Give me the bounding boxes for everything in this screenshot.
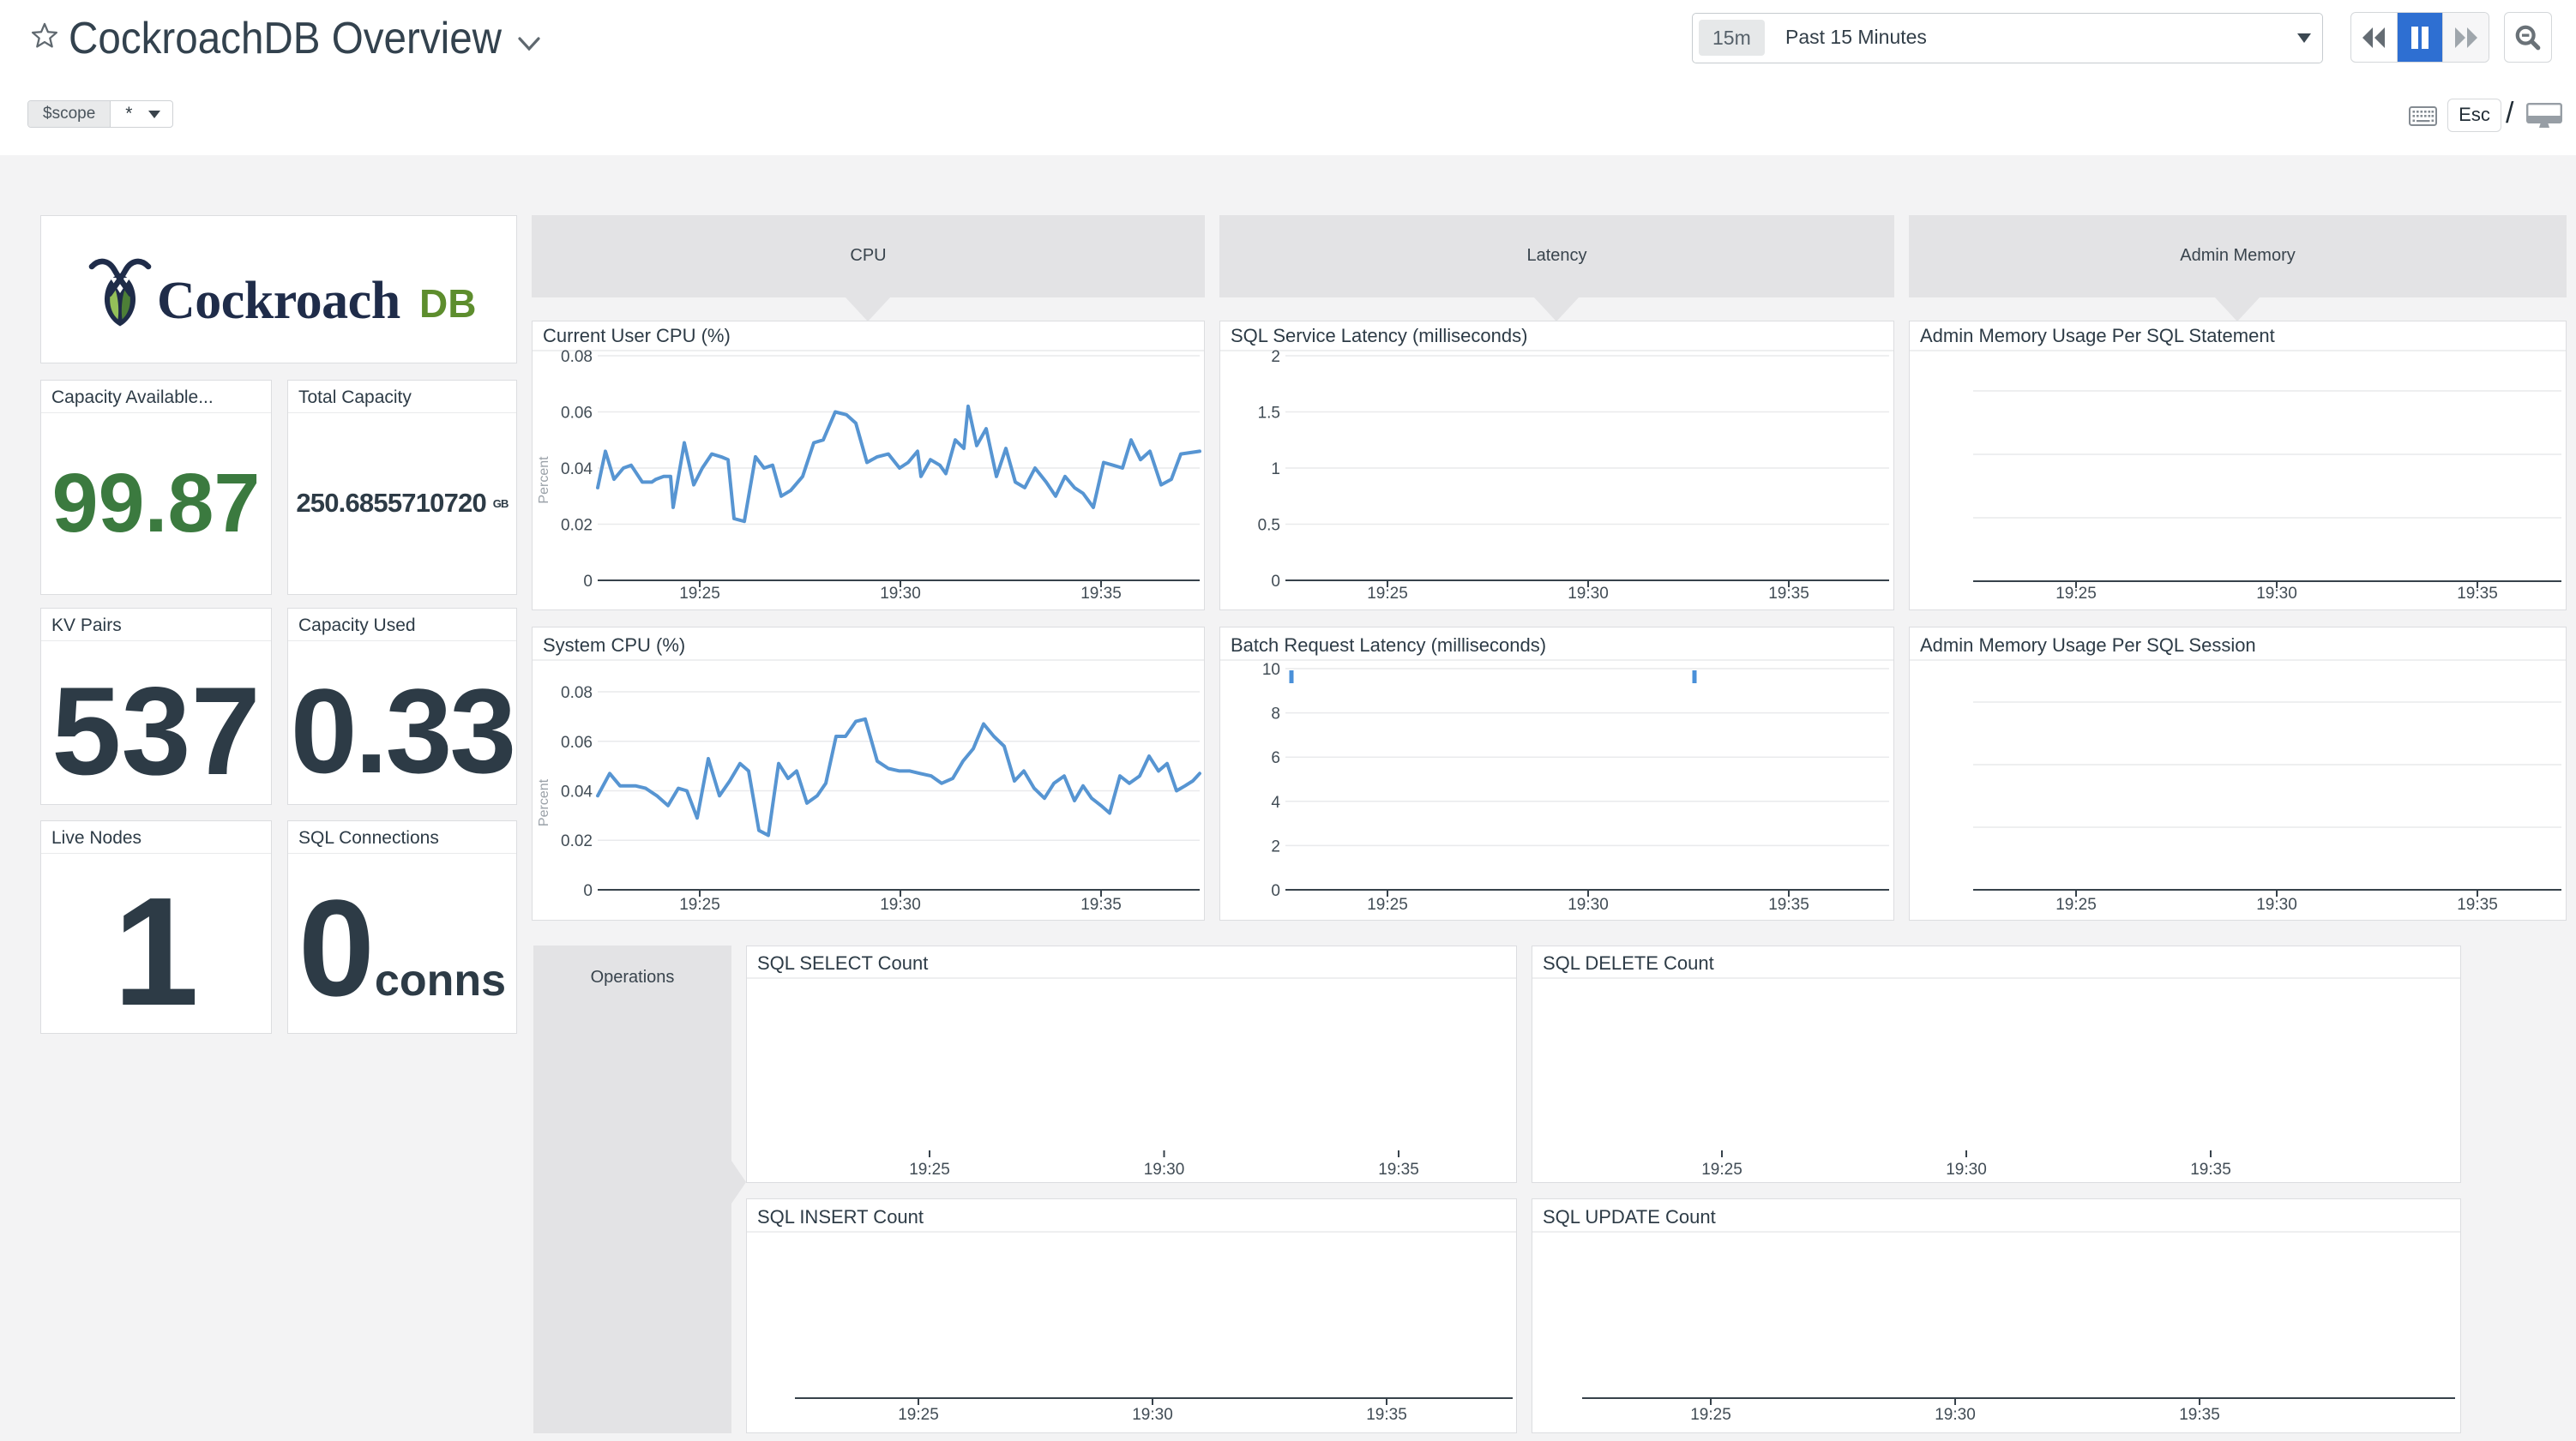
svg-text:19:30: 19:30 xyxy=(880,585,921,603)
svg-text:19:25: 19:25 xyxy=(1701,1161,1742,1179)
svg-text:19:30: 19:30 xyxy=(2256,896,2297,914)
svg-text:19:30: 19:30 xyxy=(1132,1406,1173,1424)
svg-text:19:35: 19:35 xyxy=(1768,585,1809,603)
svg-text:19:25: 19:25 xyxy=(1367,896,1408,914)
svg-text:1: 1 xyxy=(1271,460,1280,478)
svg-text:19:30: 19:30 xyxy=(1935,1406,1976,1424)
svg-text:19:30: 19:30 xyxy=(2256,585,2297,603)
svg-text:19:30: 19:30 xyxy=(1946,1161,1987,1179)
svg-text:19:35: 19:35 xyxy=(1366,1406,1407,1424)
svg-text:0.08: 0.08 xyxy=(561,684,593,702)
svg-text:19:25: 19:25 xyxy=(679,585,720,603)
svg-text:19:25: 19:25 xyxy=(909,1161,950,1179)
svg-text:0.02: 0.02 xyxy=(561,832,593,850)
svg-text:Admin Memory Usage Per SQL Sta: Admin Memory Usage Per SQL Statement xyxy=(1920,325,2275,346)
svg-text:0: 0 xyxy=(583,573,593,591)
svg-text:0.06: 0.06 xyxy=(561,734,593,752)
svg-text:10: 10 xyxy=(1262,661,1280,679)
svg-text:19:30: 19:30 xyxy=(1144,1161,1185,1179)
svg-text:19:30: 19:30 xyxy=(880,896,921,914)
svg-text:0.04: 0.04 xyxy=(561,460,593,478)
svg-text:0: 0 xyxy=(1271,573,1280,591)
svg-text:Percent: Percent xyxy=(537,778,551,826)
svg-text:System CPU (%): System CPU (%) xyxy=(543,634,685,656)
svg-text:2: 2 xyxy=(1271,348,1280,366)
svg-text:19:25: 19:25 xyxy=(1690,1406,1731,1424)
svg-text:19:35: 19:35 xyxy=(2457,896,2498,914)
svg-text:SQL Service Latency (milliseco: SQL Service Latency (milliseconds) xyxy=(1231,325,1527,346)
svg-text:Current User CPU (%): Current User CPU (%) xyxy=(543,325,731,346)
svg-text:19:25: 19:25 xyxy=(1367,585,1408,603)
svg-text:19:35: 19:35 xyxy=(1080,585,1122,603)
svg-text:19:35: 19:35 xyxy=(2179,1406,2220,1424)
svg-text:19:35: 19:35 xyxy=(2190,1161,2231,1179)
svg-text:8: 8 xyxy=(1271,705,1280,724)
svg-text:19:35: 19:35 xyxy=(1378,1161,1419,1179)
svg-text:19:30: 19:30 xyxy=(1568,585,1609,603)
svg-text:1.5: 1.5 xyxy=(1258,405,1280,423)
svg-text:SQL INSERT Count: SQL INSERT Count xyxy=(757,1206,924,1228)
svg-text:19:35: 19:35 xyxy=(2457,585,2498,603)
svg-text:0: 0 xyxy=(1271,882,1280,900)
svg-text:Batch Request Latency (millise: Batch Request Latency (milliseconds) xyxy=(1231,634,1546,656)
svg-text:0.02: 0.02 xyxy=(561,517,593,535)
svg-text:19:25: 19:25 xyxy=(2055,896,2097,914)
svg-text:SQL UPDATE Count: SQL UPDATE Count xyxy=(1543,1206,1716,1228)
svg-text:19:25: 19:25 xyxy=(2055,585,2097,603)
svg-text:4: 4 xyxy=(1271,794,1280,812)
svg-text:0: 0 xyxy=(583,882,593,900)
svg-text:Cockroach: Cockroach xyxy=(157,272,400,330)
svg-text:DB: DB xyxy=(419,281,476,326)
svg-text:0.5: 0.5 xyxy=(1258,517,1280,535)
svg-text:19:25: 19:25 xyxy=(679,896,720,914)
svg-text:Percent: Percent xyxy=(537,456,551,504)
svg-text:0.04: 0.04 xyxy=(561,784,593,802)
svg-text:19:35: 19:35 xyxy=(1768,896,1809,914)
svg-text:SQL SELECT Count: SQL SELECT Count xyxy=(757,952,928,974)
svg-text:6: 6 xyxy=(1271,749,1280,767)
svg-text:19:30: 19:30 xyxy=(1568,896,1609,914)
svg-text:19:25: 19:25 xyxy=(898,1406,939,1424)
svg-text:0.06: 0.06 xyxy=(561,405,593,423)
svg-text:SQL DELETE Count: SQL DELETE Count xyxy=(1543,952,1714,974)
svg-text:19:35: 19:35 xyxy=(1080,896,1122,914)
svg-text:2: 2 xyxy=(1271,838,1280,856)
svg-text:Admin Memory Usage Per SQL Ses: Admin Memory Usage Per SQL Session xyxy=(1920,634,2256,656)
svg-text:0.08: 0.08 xyxy=(561,348,593,366)
